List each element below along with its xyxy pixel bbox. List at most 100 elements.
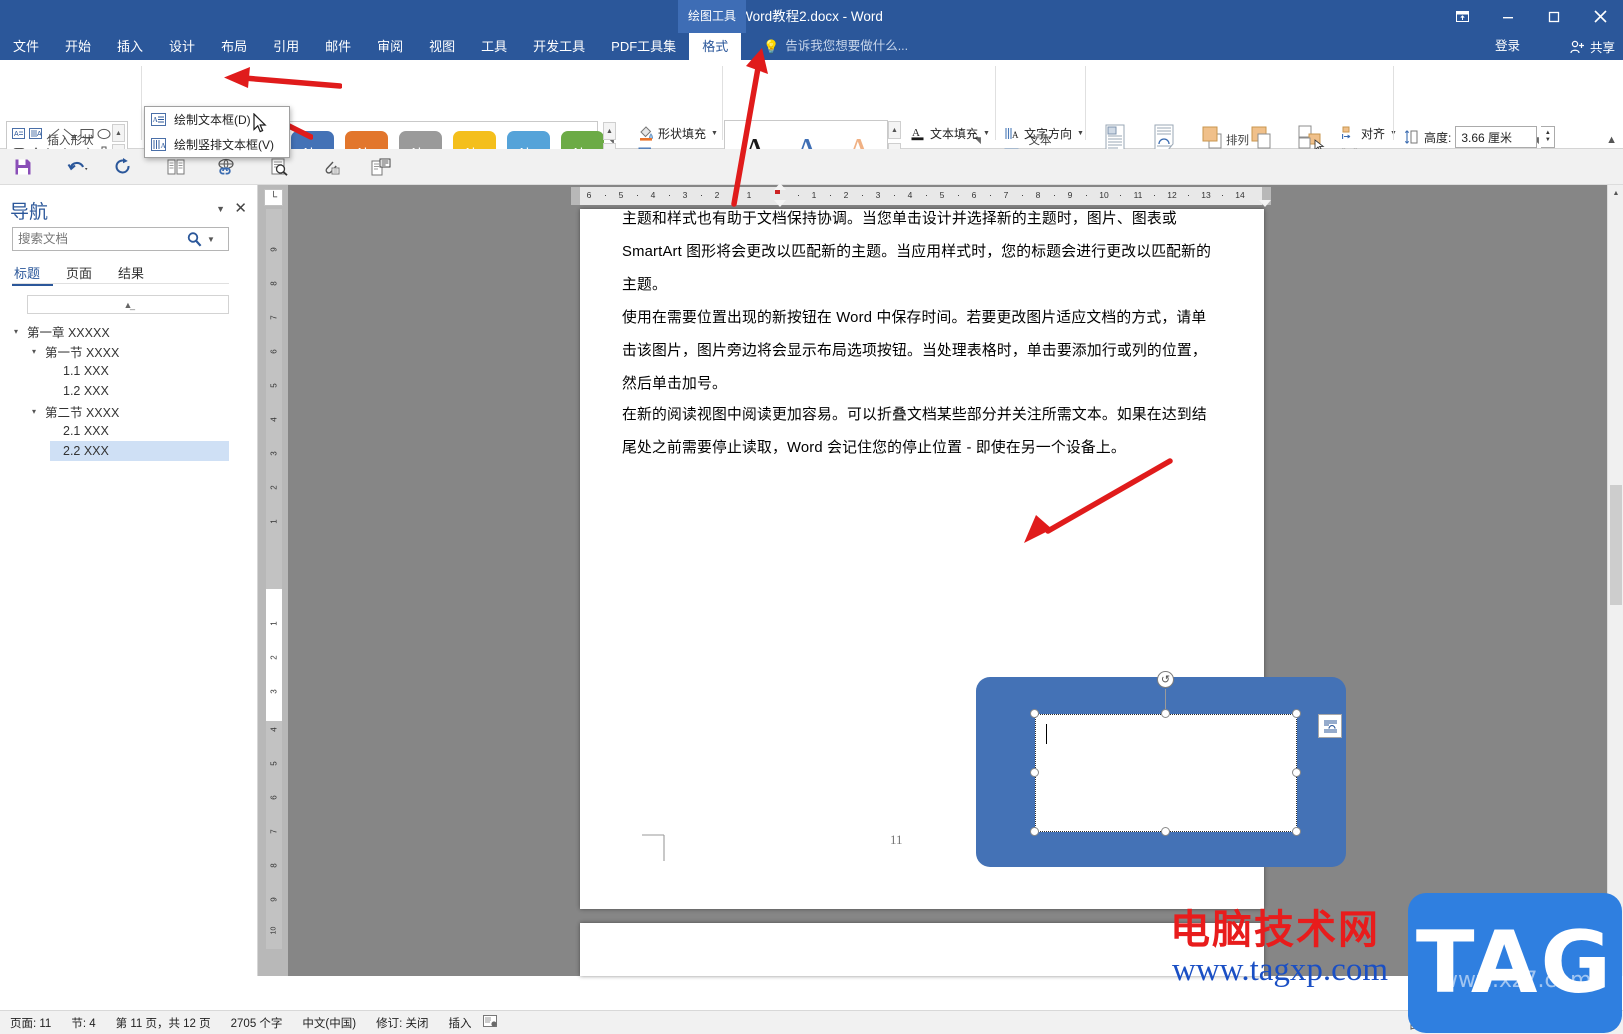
horizontal-ruler[interactable]: 6 5 4 3 2 1 1 2 3 4 5 6 7 8 9 10 11 12 1… bbox=[571, 183, 1271, 207]
tab-developer[interactable]: 开发工具 bbox=[520, 33, 598, 60]
shape-fill-button[interactable]: 形状填充 ▼ bbox=[634, 122, 718, 144]
align-button[interactable]: 对齐 ▼ bbox=[1338, 122, 1397, 144]
height-icon bbox=[1402, 128, 1420, 146]
resize-handle-bottom-right[interactable] bbox=[1292, 827, 1301, 836]
text-fill-button[interactable]: A 文本填充 ▼ bbox=[906, 122, 990, 144]
tab-format[interactable]: 格式 bbox=[689, 33, 742, 60]
navigation-close-icon[interactable]: ✕ bbox=[234, 199, 247, 217]
status-insert-mode[interactable]: 插入 bbox=[438, 1015, 481, 1031]
status-page-of[interactable]: 第 11 页，共 12 页 bbox=[106, 1015, 221, 1031]
h-dot bbox=[701, 195, 702, 196]
footer-mark-left bbox=[642, 834, 666, 865]
tab-file[interactable]: 文件 bbox=[0, 33, 52, 60]
tab-tools[interactable]: 工具 bbox=[468, 33, 520, 60]
rotation-handle[interactable]: ↺ bbox=[1157, 671, 1174, 688]
save-icon[interactable] bbox=[10, 155, 36, 179]
tab-mailings[interactable]: 邮件 bbox=[312, 33, 364, 60]
nav-heading-chapter-1[interactable]: ▾ 第一章 XXXXX bbox=[14, 321, 244, 341]
navigation-options-icon[interactable]: ▼ bbox=[216, 204, 225, 214]
share-button[interactable]: 共享 bbox=[1570, 33, 1615, 60]
nav-heading-1-2[interactable]: 1.2 XXX bbox=[50, 381, 244, 401]
wordart-scroll-up-icon[interactable]: ▲ bbox=[888, 121, 901, 139]
text-direction-button[interactable]: A 文字方向 ▼ bbox=[1000, 122, 1084, 144]
compare-side-by-side-icon[interactable] bbox=[163, 155, 189, 179]
nav-heading-section-1[interactable]: ▾ 第一节 XXXX bbox=[32, 341, 244, 361]
redo-icon[interactable] bbox=[110, 155, 136, 179]
tab-pdf-tools[interactable]: PDF工具集 bbox=[598, 33, 689, 60]
collapse-ribbon-button[interactable]: ▲ bbox=[1606, 134, 1617, 146]
status-track-changes[interactable]: 修订: 关闭 bbox=[366, 1015, 438, 1031]
shape-styles-scroll-up-icon[interactable]: ▲ bbox=[603, 122, 616, 140]
status-word-count[interactable]: 2705 个字 bbox=[221, 1015, 293, 1031]
status-section[interactable]: 节: 4 bbox=[61, 1015, 105, 1031]
document-paragraph-2[interactable]: 使用在需要位置出现的新按钮在 Word 中保存时间。若要更改图片适应文档的方式，… bbox=[622, 302, 1220, 401]
search-icon[interactable] bbox=[186, 231, 203, 248]
expand-triangle-icon[interactable]: ▾ bbox=[32, 407, 45, 416]
resize-handle-bottom-center[interactable] bbox=[1161, 827, 1170, 836]
h-dot bbox=[862, 195, 863, 196]
search-box[interactable]: ▼ bbox=[12, 227, 229, 251]
h-tick-13r: 13 bbox=[1201, 190, 1211, 200]
restore-icon[interactable] bbox=[1531, 0, 1577, 33]
menu-item-draw-vertical-textbox[interactable]: A 绘制竖排文本框(V) bbox=[145, 132, 289, 157]
right-indent-marker[interactable] bbox=[1259, 200, 1271, 207]
h-tick-5l: 5 bbox=[618, 190, 624, 200]
undo-icon[interactable] bbox=[62, 155, 94, 179]
document-paragraph-3[interactable]: 在新的阅读视图中阅读更加容易。可以折叠文档某些部分并关注所需文本。如果在达到结尾… bbox=[622, 399, 1220, 465]
document-share-icon[interactable] bbox=[368, 155, 394, 179]
height-stepper[interactable]: ▲ ▼ bbox=[1541, 126, 1556, 148]
shape-height-row: 高度: 3.66 厘米 ▲ ▼ bbox=[1402, 126, 1556, 148]
tab-layout[interactable]: 布局 bbox=[208, 33, 260, 60]
resize-handle-top-left[interactable] bbox=[1030, 709, 1039, 718]
expand-triangle-icon[interactable]: ▾ bbox=[32, 347, 45, 356]
paragraph-text: 在新的阅读视图中阅读更加容易。可以折叠文档某些部分并关注所需文本。如果在达到结尾… bbox=[622, 407, 1207, 456]
search-input[interactable] bbox=[18, 232, 186, 246]
hanging-indent-marker[interactable] bbox=[774, 200, 786, 207]
attachment-icon[interactable] bbox=[318, 155, 344, 179]
nav-heading-2-2[interactable]: 2.2 XXX bbox=[50, 441, 229, 461]
document-page[interactable]: 主题和样式也有助于文档保持协调。当您单击设计并选择新的主题时，图片、图表或 Sm… bbox=[580, 209, 1346, 909]
scroll-up-icon[interactable]: ▲ bbox=[1608, 185, 1623, 201]
hyperlink-icon[interactable] bbox=[213, 155, 239, 179]
vertical-scrollbar-thumb[interactable] bbox=[1610, 485, 1622, 605]
tab-view[interactable]: 视图 bbox=[416, 33, 468, 60]
nav-heading-2-1[interactable]: 2.1 XXX bbox=[50, 421, 244, 441]
search-options-chevron-icon[interactable]: ▼ bbox=[207, 235, 215, 244]
text-box-selected[interactable] bbox=[1035, 714, 1297, 832]
first-line-indent-marker[interactable] bbox=[774, 183, 786, 190]
resize-handle-bottom-left[interactable] bbox=[1030, 827, 1039, 836]
sign-in-label[interactable]: 登录 bbox=[1495, 33, 1520, 60]
h-dot bbox=[1054, 195, 1055, 196]
minimize-icon[interactable] bbox=[1485, 0, 1531, 33]
tell-me-box[interactable]: 💡 告诉我您想要做什么... bbox=[755, 33, 908, 60]
vertical-scrollbar[interactable]: ▲ ▼ bbox=[1607, 185, 1623, 976]
vertical-ruler[interactable]: └ 9 8 7 6 5 4 3 2 1 1 2 3 4 5 6 7 8 9 10 bbox=[258, 185, 288, 976]
tab-home[interactable]: 开始 bbox=[52, 33, 104, 60]
close-icon[interactable] bbox=[1577, 0, 1623, 33]
h-tick-4r: 4 bbox=[907, 190, 913, 200]
layout-options-icon[interactable] bbox=[1318, 714, 1342, 738]
macro-record-icon[interactable] bbox=[481, 1014, 508, 1031]
expand-triangle-icon[interactable]: ▾ bbox=[14, 327, 27, 336]
tab-insert[interactable]: 插入 bbox=[104, 33, 156, 60]
print-preview-icon[interactable] bbox=[266, 155, 292, 179]
tab-design[interactable]: 设计 bbox=[156, 33, 208, 60]
height-input[interactable]: 3.66 厘米 bbox=[1455, 126, 1538, 148]
resize-handle-top-center[interactable] bbox=[1161, 709, 1170, 718]
nav-heading-1-1[interactable]: 1.1 XXX bbox=[50, 361, 244, 381]
resize-handle-top-right[interactable] bbox=[1292, 709, 1301, 718]
ribbon-display-options-icon[interactable] bbox=[1439, 0, 1485, 33]
status-language[interactable]: 中文(中国) bbox=[292, 1015, 366, 1031]
resize-handle-middle-left[interactable] bbox=[1030, 768, 1039, 777]
nav-heading-label: 1.2 XXX bbox=[63, 384, 109, 398]
tab-review[interactable]: 审阅 bbox=[364, 33, 416, 60]
nav-heading-section-2[interactable]: ▾ 第二节 XXXX bbox=[32, 401, 244, 421]
document-paragraph-1[interactable]: 主题和样式也有助于文档保持协调。当您单击设计并选择新的主题时，图片、图表或 Sm… bbox=[622, 203, 1220, 302]
navigation-collapse-all-button[interactable]: ▲̲ bbox=[27, 295, 229, 314]
resize-handle-middle-right[interactable] bbox=[1292, 768, 1301, 777]
tab-references[interactable]: 引用 bbox=[260, 33, 312, 60]
title-bar: Word教程2.docx - Word 绘图工具 bbox=[0, 0, 1623, 33]
tab-stop-selector[interactable]: └ bbox=[264, 189, 283, 206]
document-page-next[interactable] bbox=[580, 923, 1264, 976]
status-page-count[interactable]: 页面: 11 bbox=[0, 1015, 61, 1031]
